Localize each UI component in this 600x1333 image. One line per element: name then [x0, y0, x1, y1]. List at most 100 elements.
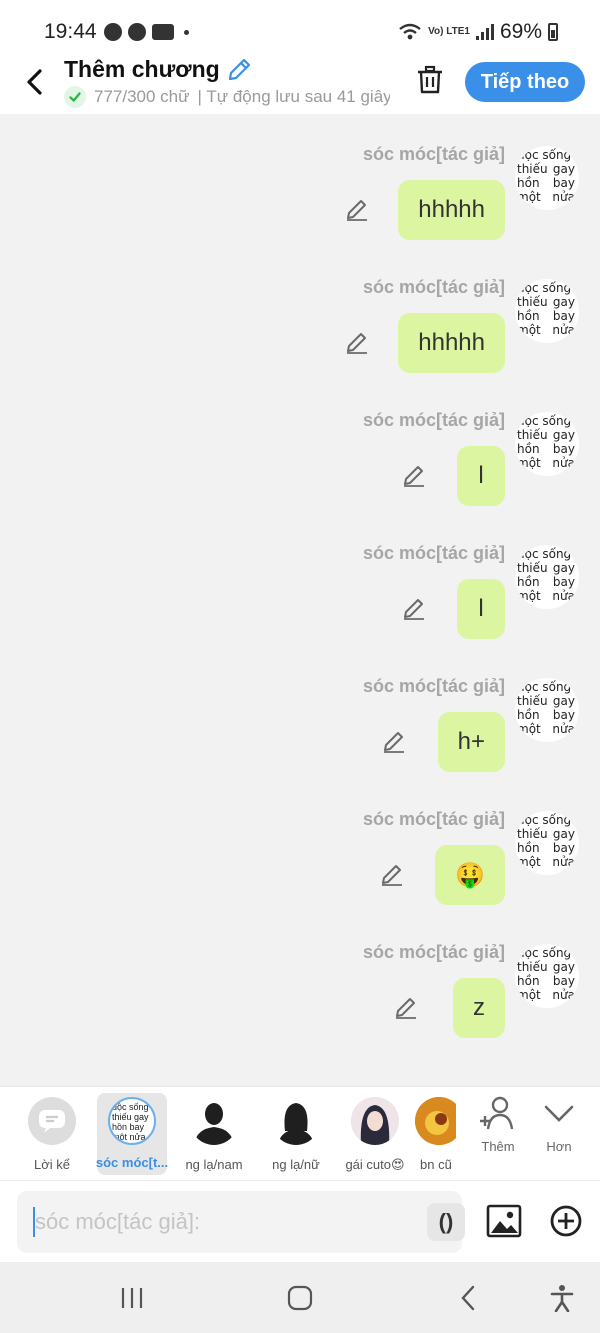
home-icon: [287, 1285, 313, 1311]
character-avatar: uộc sống thiếu gay hồn bay một nửa: [108, 1097, 156, 1145]
message-author: sóc móc[tác giả]: [362, 809, 505, 829]
character-avatar: [351, 1097, 399, 1145]
top-bar: Thêm chương 777/300 chữ | Tự động lưu sa…: [0, 52, 600, 114]
notification-icons: [104, 23, 189, 41]
add-person-icon: [480, 1096, 514, 1130]
recent-apps-button[interactable]: [112, 1282, 152, 1314]
composer: (): [0, 1180, 600, 1262]
delete-button[interactable]: [412, 62, 448, 98]
message-author: sóc móc[tác giả]: [362, 277, 505, 297]
save-status: 777/300 chữ | Tự động lưu sau 41 giây: [64, 86, 390, 108]
character-label: ng lạ/nữ: [272, 1157, 320, 1172]
character-label: ng lạ/nam: [185, 1157, 243, 1172]
character-avatar: [415, 1097, 456, 1145]
character-bar[interactable]: Lời kể uộc sống thiếu gay hồn bay một nử…: [0, 1086, 600, 1180]
insert-image-button[interactable]: [484, 1201, 524, 1241]
edit-message-button[interactable]: [393, 994, 419, 1020]
message-author: sóc móc[tác giả]: [362, 410, 505, 430]
chat-message[interactable]: sóc móc[tác giả] hhhhh uộc sống thiếu gay hồn…: [0, 114, 600, 247]
message-bubble[interactable]: l: [457, 579, 505, 639]
character-label: gái cuto😍: [345, 1157, 405, 1172]
author-avatar: uộc sống thiếu gay hồn bay một nửa: [515, 146, 579, 210]
chat-message[interactable]: sóc móc[tác giả] z uộc sống thiếu gay hồn bay m…: [0, 912, 600, 1045]
message-bubble[interactable]: h+: [437, 712, 505, 772]
message-bubble[interactable]: 🤑: [435, 845, 505, 905]
pencil-icon: [384, 732, 404, 753]
back-arrow-icon: [461, 1285, 475, 1311]
battery-percent: 69%: [499, 20, 542, 43]
next-button[interactable]: Tiếp theo: [465, 62, 585, 102]
edit-message-button[interactable]: [379, 861, 405, 887]
edit-message-button[interactable]: [344, 329, 370, 355]
fire-avatar-image: [415, 1097, 456, 1145]
system-back-button[interactable]: [448, 1282, 488, 1314]
author-avatar: uộc sống thiếu gay hồn bay một nửa: [515, 545, 579, 609]
battery-icon: [548, 23, 558, 41]
author-avatar: uộc sống thiếu gay hồn bay một nửa: [515, 944, 579, 1008]
chat-message[interactable]: sóc móc[tác giả] hhhhh uộc sống thiếu gay hồn…: [0, 247, 600, 380]
image-icon: [486, 1204, 522, 1238]
add-character-button[interactable]: Thêm: [478, 1095, 518, 1154]
character-stranger-female[interactable]: ng lạ/nữ: [258, 1087, 334, 1181]
youtube-icon: [152, 24, 174, 40]
narrator-avatar: [28, 1097, 76, 1145]
message-author: sóc móc[tác giả]: [362, 942, 505, 962]
edit-message-button[interactable]: [344, 196, 370, 222]
message-bubble[interactable]: l: [457, 446, 505, 506]
character-narrator[interactable]: Lời kể: [14, 1087, 90, 1181]
chat-message[interactable]: sóc móc[tác giả] l uộc sống thiếu gay hồn bay m…: [0, 380, 600, 513]
chat-area[interactable]: sóc móc[tác giả] hhhhh uộc sống thiếu gay hồn…: [0, 114, 600, 1086]
network-label: Vo) LTE1: [428, 26, 470, 37]
chat-message[interactable]: sóc móc[tác giả] l uộc sống thiếu gay hồn bay m…: [0, 513, 600, 646]
author-avatar: uộc sống thiếu gay hồn bay một nửa: [515, 811, 579, 875]
author-avatar: uộc sống thiếu gay hồn bay một nửa: [515, 279, 579, 343]
pencil-icon: [404, 466, 424, 487]
message-author: sóc móc[tác giả]: [362, 676, 505, 696]
chevron-left-icon: [27, 69, 42, 95]
message-bubble[interactable]: hhhhh: [398, 180, 505, 240]
message-input[interactable]: [35, 1209, 395, 1235]
add-button[interactable]: [546, 1201, 586, 1241]
pencil-icon: [382, 865, 402, 886]
home-button[interactable]: [280, 1282, 320, 1314]
page-title: Thêm chương: [64, 56, 252, 83]
facebook-icon: [104, 23, 122, 41]
edit-message-button[interactable]: [401, 462, 427, 488]
character-old-friend[interactable]: bn cũ: [412, 1087, 456, 1181]
autosave-text: | Tự động lưu sau 41 giây: [197, 87, 390, 106]
character-label: sóc móc[t...: [95, 1155, 169, 1170]
character-avatar: [190, 1097, 238, 1145]
character-stranger-male[interactable]: ng lạ/nam: [176, 1087, 252, 1181]
app-notification-icon: [128, 23, 146, 41]
chat-message[interactable]: sóc móc[tác giả] 🤑 uộc sống thiếu gay hồn bay m…: [0, 779, 600, 912]
accessibility-button[interactable]: [542, 1282, 582, 1314]
more-notifications-icon: [184, 29, 189, 35]
character-soc-moc[interactable]: uộc sống thiếu gay hồn bay một nửa sóc m…: [96, 1093, 168, 1175]
more-button[interactable]: Hơn: [542, 1095, 576, 1154]
system-nav-bar: [0, 1262, 600, 1333]
add-character-label: Thêm: [481, 1139, 515, 1154]
signal-icon: [475, 24, 494, 40]
pencil-icon: [347, 333, 367, 354]
message-bubble[interactable]: z: [453, 978, 505, 1038]
trash-icon: [418, 65, 442, 94]
chevron-down-icon: [544, 1105, 574, 1122]
message-author: sóc móc[tác giả]: [362, 144, 505, 164]
back-button[interactable]: [16, 64, 52, 100]
recents-icon: [121, 1288, 143, 1308]
narration-icon: [39, 1110, 65, 1133]
edit-message-button[interactable]: [381, 728, 407, 754]
parenthesis-button[interactable]: (): [427, 1203, 465, 1241]
chat-message[interactable]: sóc móc[tác giả] h+ uộc sống thiếu gay hồn bay…: [0, 646, 600, 779]
author-avatar: uộc sống thiếu gay hồn bay một nửa: [515, 412, 579, 476]
message-bubble[interactable]: hhhhh: [398, 313, 505, 373]
message-author: sóc móc[tác giả]: [362, 543, 505, 563]
message-input-box[interactable]: (): [17, 1191, 465, 1253]
pencil-icon: [347, 200, 367, 221]
edit-message-button[interactable]: [401, 595, 427, 621]
author-avatar: uộc sống thiếu gay hồn bay một nửa: [515, 678, 579, 742]
rename-pencil-icon[interactable]: [226, 57, 252, 83]
wifi-icon: [399, 23, 421, 40]
character-cute-girl[interactable]: gái cuto😍: [337, 1087, 413, 1181]
male-silhouette-icon: [194, 1103, 234, 1145]
